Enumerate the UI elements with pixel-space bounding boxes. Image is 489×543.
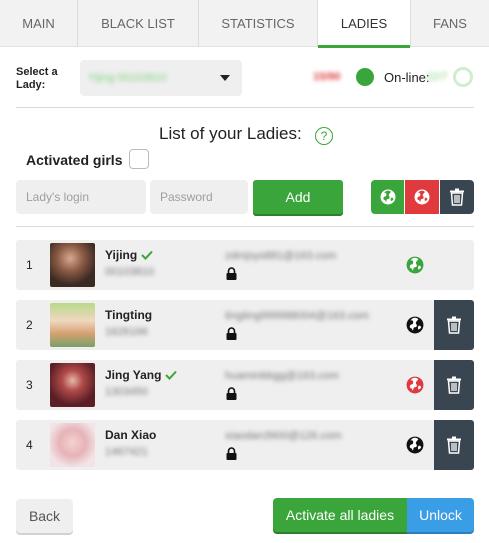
lady-row: 1 Yijing 00103810 zdmjsys881@163.com (16, 240, 474, 290)
activated-girls-label: Activated girls (26, 152, 123, 168)
back-button[interactable]: Back (16, 499, 73, 533)
password-input[interactable] (150, 180, 248, 214)
tab-fans-label: FANS (433, 16, 467, 31)
delete-button[interactable] (434, 300, 474, 350)
lady-name: Dan Xiao (105, 428, 157, 442)
lady-id: 1626166 (105, 326, 148, 338)
lady-photo[interactable] (50, 243, 95, 287)
lady-email: zdmjsys881@163.com (225, 250, 337, 262)
lady-name: Yijing (105, 248, 138, 262)
add-button[interactable]: Add (253, 180, 343, 214)
verified-check-icon (165, 370, 178, 380)
lady-name-wrap: Yijing (105, 248, 153, 262)
verified-check-icon (141, 250, 153, 260)
globe-icon[interactable] (406, 376, 424, 394)
row-number: 1 (26, 258, 33, 272)
divider (16, 107, 474, 108)
lady-id: 00103810 (105, 266, 154, 278)
lady-select-value: Yijing 00103810 (88, 72, 167, 84)
lady-name-wrap: Jing Yang (105, 368, 178, 382)
activated-girls-checkbox[interactable] (129, 149, 149, 169)
chevron-down-icon (220, 75, 230, 81)
globe-icon (380, 189, 395, 205)
online-toggle-icon[interactable] (453, 67, 473, 87)
select-lady-label: Select a Lady: (16, 66, 58, 92)
tab-black-list-label: BLACK LIST (101, 16, 175, 31)
lady-photo[interactable] (50, 423, 95, 467)
select-lady-label-line2: Lady: (16, 79, 46, 91)
lady-name: Jing Yang (105, 368, 162, 382)
tab-black-list[interactable]: BLACK LIST (78, 0, 199, 47)
select-lady-label-line1: Select a (16, 66, 58, 78)
page-title: List of your Ladies: (159, 124, 302, 143)
lady-id: 1303450 (105, 386, 148, 398)
lady-id: 1467421 (105, 446, 148, 458)
row-number: 3 (26, 378, 33, 392)
unlock-button[interactable]: Unlock (407, 498, 474, 532)
trash-icon (447, 436, 461, 454)
globe-icon (414, 189, 430, 205)
divider (16, 226, 474, 227)
lady-photo[interactable] (50, 363, 95, 407)
activate-all-button[interactable]: Activate all ladies (273, 498, 407, 532)
lady-email: tingting999988004@163.com (225, 310, 369, 322)
lady-row: 2 Tingting 1626166 tingting999988004@163… (16, 300, 474, 350)
lady-email: xiaodan3900@126.com (225, 430, 342, 442)
lady-name: Tingting (105, 308, 153, 322)
row-number: 2 (26, 318, 33, 332)
tab-ladies[interactable]: LADIES (318, 0, 411, 48)
tab-ladies-label: LADIES (340, 16, 388, 31)
globe-red-button[interactable] (405, 180, 439, 214)
online-value: 22/7 (426, 71, 448, 83)
lock-icon (226, 327, 237, 340)
lady-row: 4 Dan Xiao 1467421 xiaodan3900@126.com (16, 420, 474, 470)
trash-icon (450, 188, 464, 206)
lady-select[interactable]: Yijing 00103810 (80, 60, 242, 96)
tab-bar: MAIN BLACK LIST STATISTICS LADIES FANS (0, 0, 489, 48)
lady-photo[interactable] (50, 303, 95, 347)
delete-button[interactable] (434, 420, 474, 470)
lady-name-wrap: Dan Xiao (105, 428, 156, 442)
globe-icon[interactable] (406, 256, 424, 274)
tab-statistics-label: STATISTICS (221, 16, 295, 31)
lock-icon (226, 447, 237, 460)
lady-login-input[interactable] (16, 180, 146, 214)
online-status-icon (356, 68, 374, 86)
lock-icon (226, 267, 237, 280)
globe-icon[interactable] (406, 316, 424, 334)
lock-icon (226, 387, 237, 400)
online-label: On-line: (384, 70, 430, 85)
help-icon[interactable]: ? (315, 127, 333, 145)
status-count: 15/90 (313, 71, 341, 83)
delete-all-button[interactable] (440, 180, 474, 214)
lady-email: huaminbbgg@163.com (225, 370, 339, 382)
trash-icon (447, 376, 461, 394)
lady-row: 3 Jing Yang 1303450 huaminbbgg@163.com (16, 360, 474, 410)
tab-statistics[interactable]: STATISTICS (199, 0, 318, 47)
globe-green-button[interactable] (371, 180, 404, 214)
lady-name-wrap: Tingting (105, 308, 152, 322)
tab-fans[interactable]: FANS (411, 0, 489, 47)
tab-main[interactable]: MAIN (0, 0, 78, 47)
trash-icon (447, 316, 461, 334)
tab-main-label: MAIN (22, 16, 55, 31)
delete-button[interactable] (434, 360, 474, 410)
globe-icon[interactable] (406, 436, 424, 454)
row-number: 4 (26, 438, 33, 452)
